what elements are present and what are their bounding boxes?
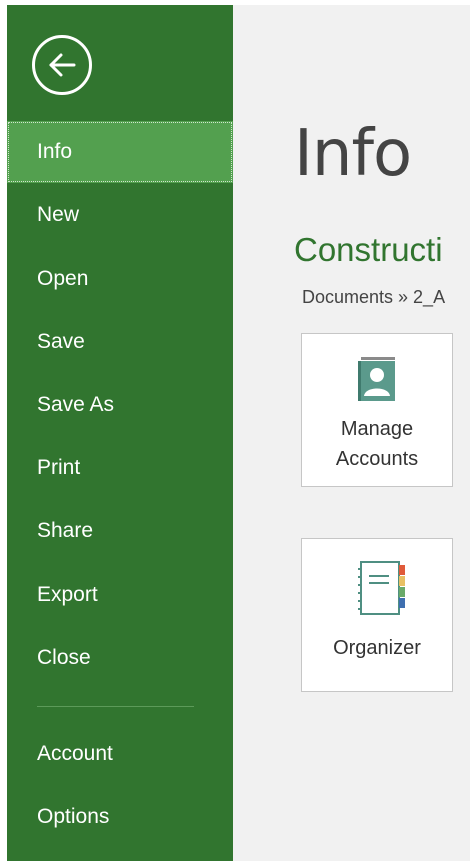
menu-item-print[interactable]: Print bbox=[7, 437, 233, 499]
backstage-view: Info New Open Save Save As Print Share E… bbox=[7, 5, 470, 861]
menu-item-export[interactable]: Export bbox=[7, 564, 233, 626]
menu-item-new[interactable]: New bbox=[7, 184, 233, 246]
tile-label-line-2: Accounts bbox=[335, 448, 419, 470]
menu-item-info[interactable]: Info bbox=[7, 121, 233, 183]
document-path[interactable]: Documents » 2_A bbox=[302, 287, 445, 308]
page-title: Info bbox=[294, 117, 412, 191]
organizer-button[interactable]: Organizer bbox=[301, 538, 453, 692]
menu-item-close[interactable]: Close bbox=[7, 627, 233, 689]
menu-item-save-as[interactable]: Save As bbox=[7, 374, 233, 436]
manage-accounts-button[interactable]: Manage Accounts bbox=[301, 333, 453, 487]
back-button[interactable] bbox=[32, 35, 92, 95]
menu-divider bbox=[37, 706, 194, 707]
document-title: Constructi bbox=[294, 231, 443, 268]
organizer-icon bbox=[358, 561, 405, 615]
menu-item-account[interactable]: Account bbox=[7, 723, 233, 785]
menu-item-save[interactable]: Save bbox=[7, 311, 233, 373]
tile-label: Organizer bbox=[333, 637, 421, 659]
backstage-sidebar: Info New Open Save Save As Print Share E… bbox=[7, 5, 233, 861]
menu-item-open[interactable]: Open bbox=[7, 248, 233, 310]
tile-label: Manage Accounts bbox=[302, 414, 452, 474]
menu-item-options[interactable]: Options bbox=[7, 786, 233, 848]
menu-item-share[interactable]: Share bbox=[7, 500, 233, 562]
manage-accounts-icon bbox=[358, 357, 395, 401]
back-arrow-icon bbox=[49, 53, 76, 77]
tile-label-line-1: Manage bbox=[340, 418, 414, 440]
